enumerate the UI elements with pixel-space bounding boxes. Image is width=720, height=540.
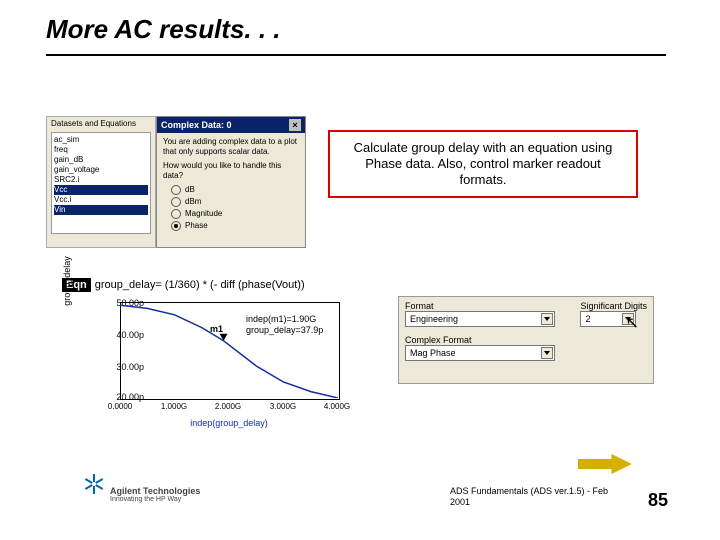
- xtick: 0.0000: [100, 402, 140, 411]
- title-rule: [46, 54, 666, 56]
- list-item[interactable]: gain_dB: [54, 155, 148, 165]
- xtick: 1.000G: [154, 402, 194, 411]
- datasets-panel: Datasets and Equations ac_sim freq gain_…: [46, 116, 156, 248]
- select-value: Engineering: [410, 314, 458, 324]
- brand-name: Agilent Technologies: [110, 486, 200, 496]
- dialog-message-1: You are adding complex data to a plot th…: [163, 137, 299, 157]
- chart-ylabel: group_delay: [62, 246, 72, 316]
- list-item[interactable]: SRC2.i: [54, 175, 148, 185]
- group-delay-chart: group_delay 50.00p 40.00p 30.00p 20.00p …: [66, 296, 366, 436]
- dialog-titlebar: Complex Data: 0 ×: [157, 117, 305, 133]
- brand-logo: Agilent Technologies Innovating the HP W…: [84, 484, 200, 504]
- select-value: 2: [585, 314, 590, 324]
- xtick: 3.000G: [263, 402, 303, 411]
- datasets-header: Datasets and Equations: [47, 117, 155, 130]
- radio-label: dBm: [185, 197, 201, 207]
- radio-option-dbm[interactable]: dBm: [171, 197, 299, 207]
- cursor-icon: ↖: [626, 313, 639, 333]
- equation-text: group_delay= (1/360) * (- diff (phase(Vo…: [95, 279, 305, 291]
- list-item[interactable]: Vcc.i: [54, 195, 148, 205]
- marker-line: group_delay=37.9p: [246, 325, 323, 336]
- format-select[interactable]: Engineering: [405, 311, 555, 327]
- equation-bar: Eqn group_delay= (1/360) * (- diff (phas…: [62, 278, 305, 292]
- xtick: 2.000G: [208, 402, 248, 411]
- radio-icon: [171, 185, 181, 195]
- list-item[interactable]: gain_voltage: [54, 165, 148, 175]
- close-icon[interactable]: ×: [289, 119, 301, 131]
- chart-xlabel: indep(group_delay): [120, 418, 338, 428]
- footer-course: ADS Fundamentals (ADS ver.1.5) - Feb 200…: [450, 486, 630, 508]
- complexformat-select[interactable]: Mag Phase: [405, 345, 555, 361]
- radio-option-phase[interactable]: Phase: [171, 221, 299, 231]
- page-number: 85: [648, 490, 668, 511]
- xtick: 4.000G: [317, 402, 357, 411]
- list-item[interactable]: Vin: [54, 205, 148, 215]
- spark-icon: [84, 484, 104, 504]
- select-value: Mag Phase: [410, 348, 456, 358]
- radio-icon: [171, 197, 181, 207]
- list-item[interactable]: freq: [54, 145, 148, 155]
- dialog-title: Complex Data: 0: [161, 120, 232, 130]
- brand-tagline: Innovating the HP Way: [110, 496, 200, 503]
- radio-label: Phase: [185, 221, 208, 231]
- list-item[interactable]: Vcc: [54, 185, 148, 195]
- page-title: More AC results. . .: [46, 14, 281, 45]
- marker-format-panel: Format Engineering Significant Digits 2 …: [398, 296, 654, 384]
- radio-option-mag[interactable]: Magnitude: [171, 209, 299, 219]
- next-arrow-icon: [578, 454, 632, 474]
- marker-line: indep(m1)=1.90G: [246, 314, 323, 325]
- radio-icon: [171, 209, 181, 219]
- datasets-list[interactable]: ac_sim freq gain_dB gain_voltage SRC2.i …: [51, 132, 151, 234]
- radio-option-db[interactable]: dB: [171, 185, 299, 195]
- radio-label: dB: [185, 185, 195, 195]
- sigdigits-label: Significant Digits: [580, 301, 647, 311]
- format-label: Format: [405, 301, 574, 311]
- marker-line: m1: [210, 324, 223, 335]
- dialog-message-2: How would you like to handle this data?: [163, 161, 299, 181]
- complexformat-label: Complex Format: [405, 335, 647, 345]
- list-item[interactable]: ac_sim: [54, 135, 148, 145]
- complex-data-dialog: Complex Data: 0 × You are adding complex…: [156, 116, 306, 248]
- callout-box: Calculate group delay with an equation u…: [328, 130, 638, 198]
- marker-readout: m1 indep(m1)=1.90G group_delay=37.9p: [246, 314, 323, 336]
- radio-label: Magnitude: [185, 209, 222, 219]
- radio-icon: [171, 221, 181, 231]
